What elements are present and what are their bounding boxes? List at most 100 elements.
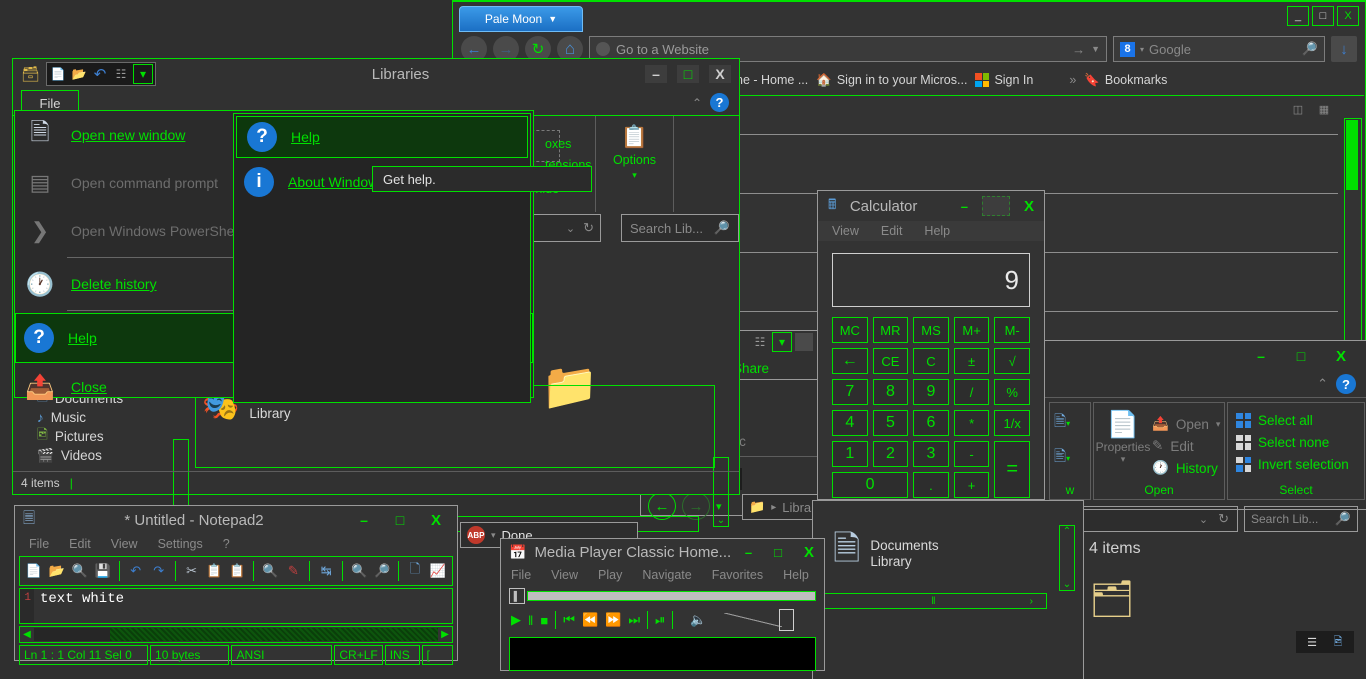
menu-favorites[interactable]: Favorites <box>712 568 763 582</box>
maximize-button[interactable]: □ <box>677 65 699 83</box>
scrollbar-track[interactable] <box>110 628 438 641</box>
refresh-icon[interactable]: ↻ <box>583 220 594 236</box>
search-input[interactable]: Search Lib... 🔎 <box>621 214 739 242</box>
chevron-down-icon[interactable]: ▼ <box>548 14 557 24</box>
minimize-button[interactable]: _ <box>1287 6 1309 26</box>
close-button[interactable]: X <box>1330 347 1352 365</box>
zoom-in-icon[interactable]: 🔍 <box>350 562 368 581</box>
collapse-ribbon-icon[interactable]: ⌃ <box>692 96 702 110</box>
pane-layout-icon[interactable]: 🗎▾ <box>1054 411 1090 436</box>
key-ce[interactable]: CE <box>872 348 909 374</box>
scheme-icon[interactable]: 🗋 <box>406 561 424 581</box>
properties-caret-icon[interactable]: ▾ <box>1094 454 1152 465</box>
adblock-caret-icon[interactable]: ▾ <box>491 530 496 541</box>
key-0[interactable]: 0 <box>832 472 909 498</box>
right-explorer-window[interactable]: – □ X ⌃ ? 🗎▾ 🖹▾ w 📄 Properties ▾ 📤 Open ▾ <box>1044 340 1366 679</box>
open-button[interactable]: 📤 Open ▾ <box>1152 413 1220 435</box>
play-button[interactable]: ▶ <box>511 612 521 628</box>
browser-scrollbar[interactable] <box>1344 118 1362 378</box>
seek-handle[interactable]: ▌ <box>509 588 525 604</box>
maximize-button[interactable]: □ <box>1290 347 1312 365</box>
details-view-icon[interactable]: ☰ <box>1301 634 1323 650</box>
zoom-out-icon[interactable]: 🔎 <box>373 562 391 581</box>
undo-icon[interactable]: ↶ <box>91 65 109 83</box>
chevron-down-icon[interactable]: ⌄ <box>566 222 575 235</box>
help-icon[interactable]: ? <box>1336 374 1356 394</box>
key-decimal[interactable]: . <box>913 472 949 498</box>
menu-help[interactable]: Help <box>924 224 950 238</box>
cut-icon[interactable]: ✂ <box>183 562 201 581</box>
scroll-up-icon[interactable]: ⌃ <box>1063 526 1071 537</box>
select-all-button[interactable]: Select all <box>1236 409 1364 431</box>
menu-view[interactable]: View <box>111 537 138 551</box>
search-engine-caret-icon[interactable]: ▾ <box>1140 45 1144 54</box>
downloads-button[interactable]: ↓ <box>1331 36 1357 62</box>
options-caret-icon[interactable]: ▾ <box>632 170 637 181</box>
maximize-button[interactable]: □ <box>774 545 782 560</box>
key-m-minus[interactable]: M- <box>994 317 1030 343</box>
search-bar[interactable]: 8 ▾ Google 🔎 <box>1113 36 1325 62</box>
settings-icon[interactable]: 📈 <box>429 562 447 581</box>
key-mc[interactable]: MC <box>832 317 868 343</box>
copy-icon[interactable]: 📋 <box>206 562 224 581</box>
customize-icon[interactable]: ☷ <box>751 333 769 351</box>
video-area[interactable] <box>509 637 816 671</box>
dropdown-icon[interactable]: ▾ <box>772 332 792 352</box>
nav-item-videos[interactable]: 🎬 Videos <box>37 446 187 465</box>
status-resize-grip[interactable]: [ <box>421 645 453 665</box>
key-ms[interactable]: MS <box>913 317 949 343</box>
properties-label[interactable]: Properties <box>1094 440 1152 454</box>
key-backspace[interactable]: ← <box>832 348 868 374</box>
key-mr[interactable]: MR <box>872 317 909 343</box>
sort-by-icon[interactable]: 🖹▾ <box>1054 446 1090 471</box>
open-caret-icon[interactable]: ▾ <box>1216 419 1221 430</box>
step-frame-button[interactable]: ⏯ <box>655 612 665 628</box>
stop-button[interactable]: ■ <box>540 613 548 628</box>
bookmark-item[interactable]: ne - Home ... <box>731 73 808 87</box>
minimize-button[interactable]: – <box>353 511 375 529</box>
menu-edit[interactable]: Edit <box>69 537 91 551</box>
key-divide[interactable]: / <box>953 379 990 405</box>
menu-play[interactable]: Play <box>598 568 622 582</box>
key-sqrt[interactable]: √ <box>994 348 1030 374</box>
dropdown-icon[interactable]: ▾ <box>133 64 154 84</box>
adblock-icon[interactable]: ABP <box>467 526 485 544</box>
scroll-right-icon[interactable]: ▶ <box>438 629 452 640</box>
breadcrumb-arrow-icon[interactable]: ▸ <box>771 502 776 513</box>
maximize-button[interactable] <box>981 196 1010 216</box>
invert-selection-button[interactable]: Invert selection <box>1236 453 1364 475</box>
scroll-right-icon[interactable]: › <box>1030 596 1034 607</box>
key-reciprocal[interactable]: 1/x <box>994 410 1030 436</box>
menu-navigate[interactable]: Navigate <box>642 568 691 582</box>
close-button[interactable]: X <box>709 65 731 83</box>
search-icon[interactable]: 🔎 <box>714 220 730 236</box>
bookmark-item[interactable]: 🏠 Sign in to your Micros... <box>816 73 967 88</box>
menu-help[interactable]: ? <box>223 537 230 551</box>
new-folder-icon[interactable]: 📂 <box>70 65 88 83</box>
layout-view-icon[interactable]: ◫ <box>1287 101 1309 117</box>
search-icon[interactable]: 🔎 <box>1302 41 1318 57</box>
rewind-button[interactable]: ⏪ <box>582 612 598 628</box>
editor-area[interactable]: 1 text white <box>19 588 453 624</box>
close-button[interactable]: X <box>425 511 447 529</box>
scrollbar-thumb[interactable] <box>1346 120 1358 190</box>
close-button[interactable]: X <box>1337 6 1359 26</box>
history-button[interactable]: 🕐 History <box>1152 457 1220 479</box>
calculator-window[interactable]: 🖩 Calculator – X View Edit Help 9 MC MR … <box>817 190 1045 500</box>
key-7[interactable]: 7 <box>832 379 868 405</box>
key-4[interactable]: 4 <box>832 410 868 436</box>
scrollbar-thumb[interactable] <box>34 628 110 641</box>
key-2[interactable]: 2 <box>872 441 909 467</box>
skip-back-button[interactable]: ⏮ <box>563 612 575 628</box>
paste-icon[interactable]: 📋 <box>229 562 247 581</box>
bookmark-item[interactable]: Sign In <box>975 73 1033 87</box>
key-m-plus[interactable]: M+ <box>953 317 990 343</box>
minimize-button[interactable]: – <box>645 65 667 83</box>
mpc-window[interactable]: 📅 Media Player Classic Home... – □ X Fil… <box>500 538 825 671</box>
maximize-button[interactable]: □ <box>389 511 411 529</box>
editor-hscrollbar[interactable]: ◀ ▶ <box>19 626 453 643</box>
list-item[interactable]: 🗎 Documents Library <box>813 501 1083 584</box>
nav-item-pictures[interactable]: 🖻 Pictures <box>37 427 187 446</box>
grid-view-icon[interactable]: ▦ <box>1313 101 1335 117</box>
replace-icon[interactable]: ✎ <box>284 562 302 581</box>
